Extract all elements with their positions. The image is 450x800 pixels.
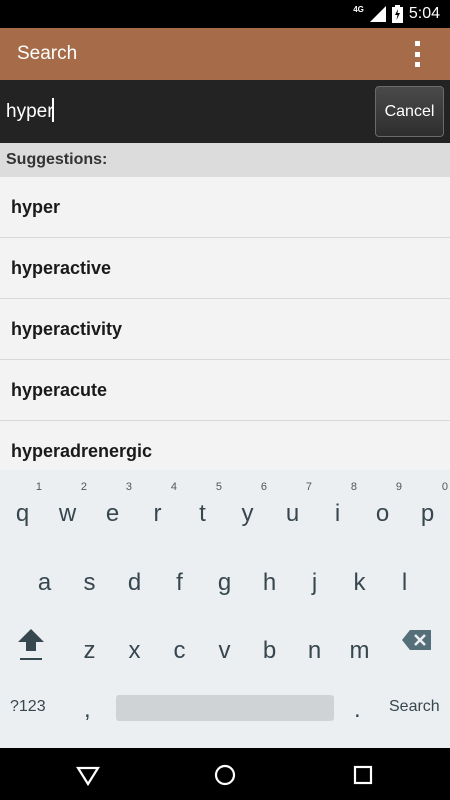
key-hint: 0 [441,481,448,493]
suggestion-item[interactable]: hyperacute [0,360,450,421]
key-f[interactable]: f [157,555,202,611]
suggestions-header: Suggestions: [0,143,450,177]
key-label: m [349,637,370,664]
key-x[interactable]: x [112,623,157,679]
key-label: x [128,637,141,664]
key-label: j [311,569,318,596]
key-label: a [37,569,52,596]
key-v[interactable]: v [202,623,247,679]
key-p[interactable]: 0p [405,481,450,542]
key-i[interactable]: 8i [315,481,360,542]
space-key[interactable] [116,695,334,721]
cancel-button[interactable]: Cancel [375,86,444,137]
key-u[interactable]: 7u [270,481,315,542]
app-title: Search [17,43,78,64]
key-e[interactable]: 3e [90,481,135,542]
key-hint: 5 [215,481,222,493]
key-j[interactable]: j [292,555,337,611]
key-hint: 2 [80,481,87,493]
overflow-menu-icon[interactable] [402,39,432,69]
key-label: f [176,569,183,596]
key-label: g [217,569,232,596]
key-label: k [353,569,366,596]
key-label: b [262,637,277,664]
key-c[interactable]: c [157,623,202,679]
keyboard: 1q 2w 3e 4r 5t 6y 7u 8i 9o 0p a s d f g … [0,470,450,748]
key-label: v [218,637,231,664]
key-b[interactable]: b [247,623,292,679]
suggestion-item[interactable]: hyperactivity [0,299,450,360]
key-label: s [83,569,96,596]
key-r[interactable]: 4r [135,481,180,542]
key-hint: 4 [170,481,177,493]
key-o[interactable]: 9o [360,481,405,542]
status-bar: 4G 5:04 [0,0,450,28]
network-type-label: 4G [353,4,364,14]
key-hint: 6 [260,481,267,493]
key-z[interactable]: z [67,623,112,679]
suggestion-item[interactable]: hyperadrenergic [0,421,450,470]
suggestion-item[interactable]: hyper [0,177,450,238]
key-w[interactable]: 2w [45,481,90,542]
search-row: Cancel [0,80,450,143]
home-icon[interactable] [212,762,238,788]
suggestion-item[interactable]: hyperactive [0,238,450,299]
key-k[interactable]: k [337,555,382,611]
key-label: n [307,637,322,664]
key-label: l [401,569,408,596]
signal-icon [369,6,386,22]
key-hint: 9 [395,481,402,493]
key-label: z [83,637,96,664]
key-label: d [127,569,142,596]
back-icon[interactable] [75,762,101,788]
clock: 5:04 [408,5,440,22]
app-bar: Search [0,28,450,80]
key-label: h [262,569,277,596]
key-h[interactable]: h [247,555,292,611]
key-g[interactable]: g [202,555,247,611]
navigation-bar [0,748,450,800]
text-cursor [52,98,54,122]
key-hint: 1 [35,481,42,493]
key-a[interactable]: a [22,555,67,611]
key-n[interactable]: n [292,623,337,679]
key-d[interactable]: d [112,555,157,611]
search-input[interactable] [0,80,370,143]
key-y[interactable]: 6y [225,481,270,542]
key-l[interactable]: l [382,555,427,611]
battery-charging-icon [391,5,403,23]
key-label: c [173,637,186,664]
key-t[interactable]: 5t [180,481,225,542]
key-q[interactable]: 1q [0,481,45,542]
status-icons: 4G 5:04 [353,4,440,24]
search-action-key[interactable]: Search [389,698,440,716]
suggestion-list: hyper hyperactive hyperactivity hyperacu… [0,177,450,470]
comma-key[interactable]: , [84,696,91,724]
key-hint: 8 [350,481,357,493]
key-s[interactable]: s [67,555,112,611]
key-hint: 3 [125,481,132,493]
key-hint: 7 [305,481,312,493]
recents-icon[interactable] [350,762,376,788]
period-key[interactable]: . [354,696,361,724]
shift-icon[interactable] [14,625,48,665]
symbols-key[interactable]: ?123 [10,698,46,716]
backspace-icon[interactable] [400,626,434,654]
key-m[interactable]: m [337,623,382,679]
